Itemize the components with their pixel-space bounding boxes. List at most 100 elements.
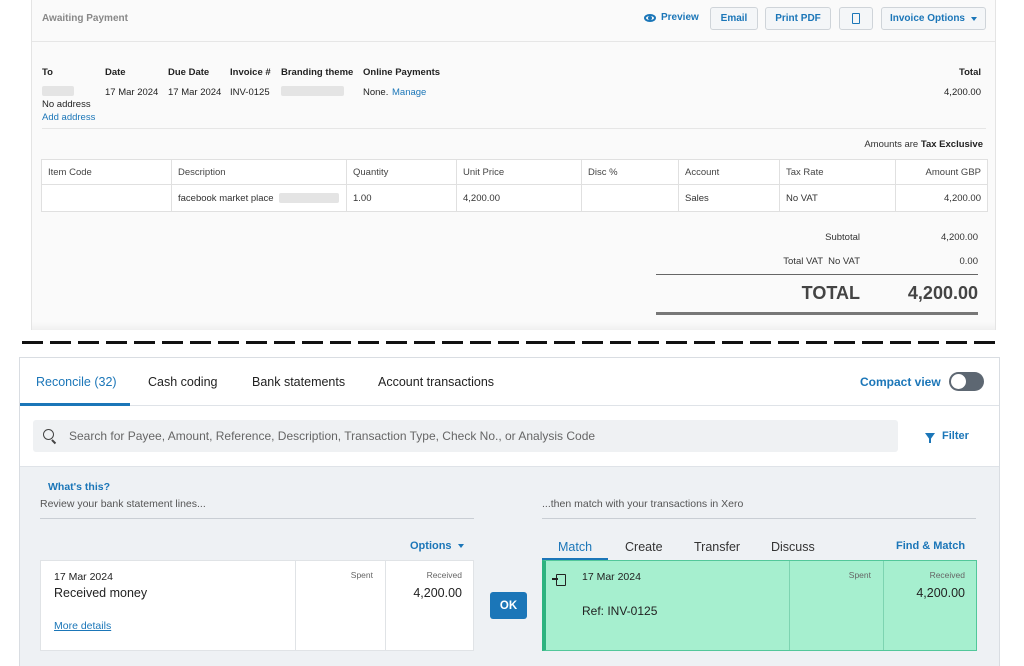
online-payments-header: Online Payments: [363, 67, 441, 78]
match-reference: Ref: INV-0125: [582, 604, 658, 618]
manage-link[interactable]: Manage: [392, 87, 426, 98]
more-details-link[interactable]: More details: [54, 620, 111, 632]
received-column: Received 4,200.00: [883, 561, 977, 650]
spent-column: Spent: [789, 561, 883, 650]
email-button[interactable]: Email: [710, 7, 758, 30]
redacted-branding-theme: [281, 86, 344, 96]
column-header: Disc %: [581, 159, 679, 185]
search-icon: [43, 429, 54, 440]
divider: [40, 518, 474, 519]
received-column: Received 4,200.00: [385, 561, 474, 650]
tab-account-transactions[interactable]: Account transactions: [378, 375, 494, 389]
review-statement-text: Review your bank statement lines...: [40, 498, 206, 510]
column-header: Quantity: [346, 159, 457, 185]
column-header: Unit Price: [456, 159, 582, 185]
amounts-are-value: Tax Exclusive: [920, 139, 983, 150]
reconcile-tabs: Reconcile (32) Cash coding Bank statemen…: [20, 358, 999, 406]
redacted-contact: [42, 86, 74, 96]
account-cell[interactable]: Sales: [678, 184, 780, 212]
filter-button[interactable]: Filter: [925, 430, 969, 443]
preview-label: Preview: [661, 12, 699, 23]
amount-cell: 4,200.00: [895, 184, 988, 212]
online-payments-value: None.: [363, 87, 389, 98]
column-header: Tax Rate: [779, 159, 896, 185]
find-and-match-link[interactable]: Find & Match: [896, 540, 965, 552]
toggle-knob: [951, 374, 966, 389]
received-label: Received: [929, 570, 965, 580]
ok-button[interactable]: OK: [490, 592, 527, 619]
tab-bank-statements[interactable]: Bank statements: [252, 375, 345, 389]
received-value: 4,200.00: [413, 586, 462, 600]
statement-date: 17 Mar 2024: [54, 571, 113, 583]
tab-create[interactable]: Create: [625, 540, 663, 554]
invoice-toolbar: Awaiting Payment Preview Email Print PDF…: [32, 0, 995, 42]
reconcile-workspace: What's this? Review your bank statement …: [20, 466, 999, 666]
column-header: Amount GBP: [895, 159, 988, 185]
invoice-panel: Awaiting Payment Preview Email Print PDF…: [31, 0, 996, 330]
divider: [542, 518, 976, 519]
compact-view-label: Compact view: [860, 375, 941, 389]
filter-icon: [925, 432, 935, 443]
match-date: 17 Mar 2024: [582, 571, 641, 583]
preview-button[interactable]: Preview: [644, 12, 699, 23]
quantity-cell[interactable]: 1.00: [346, 184, 457, 212]
tab-reconcile[interactable]: Reconcile (32): [36, 375, 117, 389]
line-items-table: Item Code Description Quantity Unit Pric…: [41, 159, 988, 212]
no-address-text: No address: [42, 99, 91, 110]
invoice-options-label: Invoice Options: [889, 13, 965, 24]
description-text: facebook market place: [178, 192, 274, 204]
column-header: Item Code: [41, 159, 172, 185]
received-value: 4,200.00: [916, 586, 965, 600]
statement-description: Received money: [54, 586, 148, 600]
statement-line-card: 17 Mar 2024 Received money More details …: [40, 560, 474, 651]
chevron-down-icon: [971, 16, 977, 21]
compact-view-toggle[interactable]: [949, 372, 984, 391]
total-vat-value: 0.00: [959, 256, 979, 267]
tab-transfer[interactable]: Transfer: [694, 540, 740, 554]
tab-discuss[interactable]: Discuss: [771, 540, 815, 554]
date-header: Date: [105, 67, 126, 78]
add-address-link[interactable]: Add address: [42, 112, 95, 123]
item-code-cell[interactable]: [41, 184, 172, 212]
options-button[interactable]: Options: [410, 540, 464, 552]
amounts-are: Amounts are Tax Exclusive: [864, 139, 983, 150]
table-row[interactable]: facebook market place 1.00 4,200.00 Sale…: [41, 184, 988, 212]
received-label: Received: [426, 570, 462, 580]
matched-transaction-card[interactable]: 17 Mar 2024 Ref: INV-0125 Spent Received…: [542, 560, 977, 651]
whats-this-link[interactable]: What's this?: [48, 481, 110, 493]
match-transactions-text: ...then match with your transactions in …: [542, 498, 744, 510]
invoice-import-icon: [552, 574, 566, 586]
eye-icon: [644, 13, 656, 22]
invoice-options-button[interactable]: Invoice Options: [881, 7, 986, 30]
subtotal-value: 4,200.00: [941, 232, 978, 243]
search-bar: Filter: [20, 406, 999, 466]
grand-total-label: TOTAL: [801, 283, 860, 303]
search-box: [33, 420, 898, 452]
search-input[interactable]: [69, 420, 889, 452]
print-pdf-button[interactable]: Print PDF: [765, 7, 831, 30]
unit-price-cell[interactable]: 4,200.00: [456, 184, 582, 212]
column-header: Account: [678, 159, 780, 185]
spent-column: Spent: [295, 561, 385, 650]
invoice-number: INV-0125: [230, 87, 270, 98]
spent-label: Spent: [350, 570, 373, 580]
invoice-number-header: Invoice #: [230, 67, 271, 78]
tax-rate-cell[interactable]: No VAT: [779, 184, 896, 212]
total-vat-label: Total VAT No VAT: [783, 256, 860, 267]
summary-divider: [656, 274, 978, 275]
tab-cash-coding[interactable]: Cash coding: [148, 375, 218, 389]
description-cell[interactable]: facebook market place: [171, 184, 347, 212]
total-underline: [656, 312, 978, 315]
invoice-total-value: 4,200.00: [944, 87, 981, 98]
subtotal-label: Subtotal: [825, 232, 860, 243]
tab-match[interactable]: Match: [558, 540, 592, 554]
chevron-down-icon: [457, 544, 464, 548]
filter-label: Filter: [942, 430, 969, 442]
copy-document-button[interactable]: [839, 7, 873, 30]
column-header: Description: [171, 159, 347, 185]
total-header: Total: [959, 67, 981, 78]
discount-cell[interactable]: [581, 184, 679, 212]
grand-total-value: 4,200.00: [907, 283, 978, 303]
options-label: Options: [410, 540, 452, 552]
invoice-date: 17 Mar 2024: [105, 87, 159, 98]
